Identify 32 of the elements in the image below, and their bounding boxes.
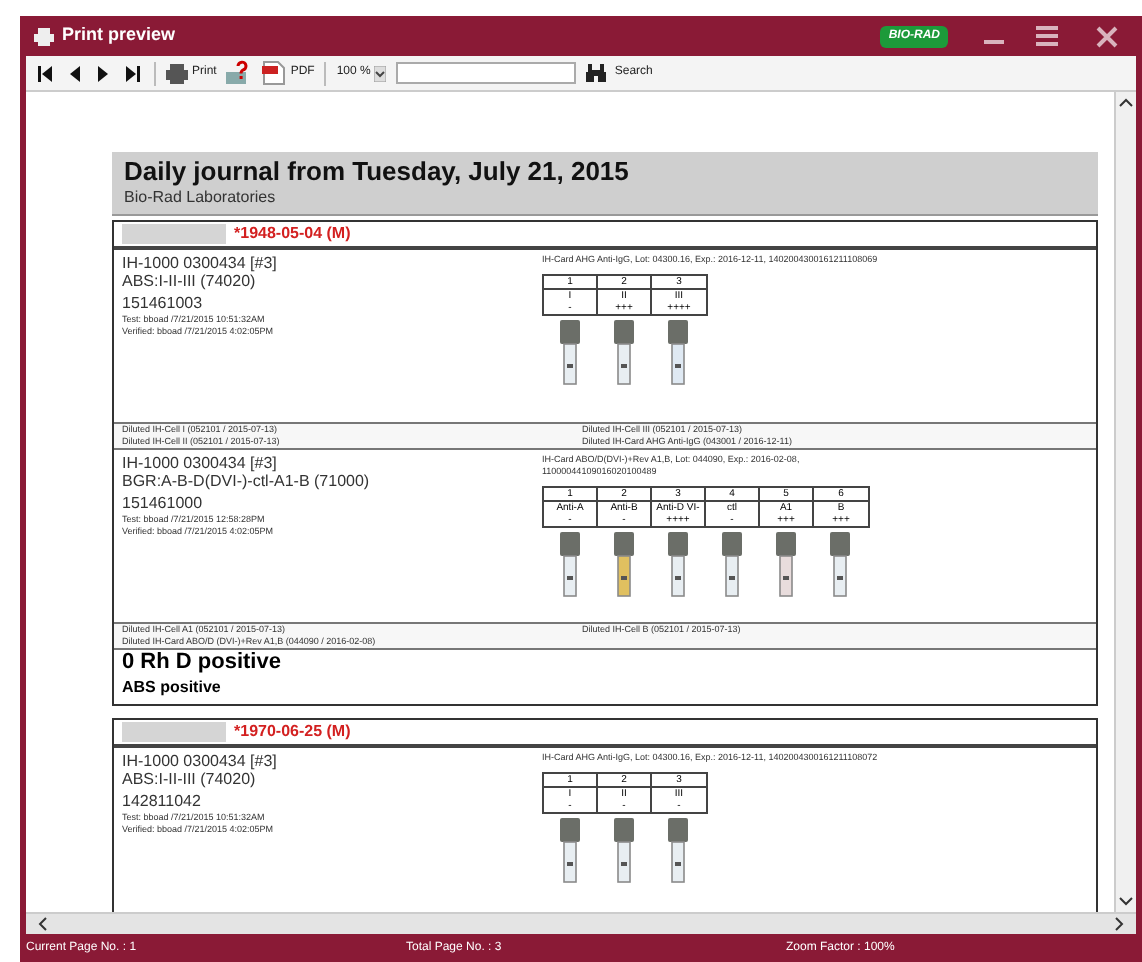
last-page-icon[interactable] xyxy=(124,63,144,83)
sample-number: 151461000 xyxy=(122,494,205,514)
maximize-button[interactable] xyxy=(1032,24,1060,48)
redacted-name-block xyxy=(122,722,226,742)
vertical-scrollbar[interactable] xyxy=(1116,92,1136,912)
blood-group-result: ABS positive xyxy=(122,676,223,700)
sample-number: 142811042 xyxy=(122,792,203,812)
test-id: IH-1000 0300434 [#3] xyxy=(122,454,279,472)
first-page-icon[interactable] xyxy=(34,63,54,83)
test-name: ABS:I-II-III (74020) xyxy=(122,272,258,290)
blood-group-result: 0 Rh D positive xyxy=(122,650,283,676)
test-name: ABS:I-II-III (74020) xyxy=(122,770,258,788)
patient-birth-date: *1970-06-25 (M) xyxy=(234,720,351,744)
test-name: BGR:A-B-D(DVI-)-ctl-A1-B (71000) xyxy=(122,472,372,490)
scroll-right-icon[interactable] xyxy=(1112,916,1128,932)
close-button[interactable] xyxy=(1092,24,1120,48)
report-subtitle: Bio-Rad Laboratories xyxy=(124,188,278,206)
redacted-name-block xyxy=(122,224,226,244)
report-title: Daily journal from Tuesday, July 21, 2015 xyxy=(124,156,631,188)
window-title: Print preview xyxy=(62,22,176,49)
binoculars-icon xyxy=(586,64,607,82)
patient-birth-date: *1948-05-04 (M) xyxy=(234,222,351,246)
test-id: IH-1000 0300434 [#3] xyxy=(122,752,279,770)
help-icon[interactable] xyxy=(226,60,253,86)
scroll-down-icon[interactable] xyxy=(1118,894,1134,910)
test-id: IH-1000 0300434 [#3] xyxy=(122,254,279,272)
horizontal-scrollbar[interactable] xyxy=(26,912,1136,934)
scroll-up-icon[interactable] xyxy=(1118,94,1134,110)
sample-number: 151461003 xyxy=(122,294,205,314)
search-field[interactable] xyxy=(396,62,577,84)
caret-icon xyxy=(374,65,387,81)
scroll-left-icon[interactable] xyxy=(34,916,50,932)
